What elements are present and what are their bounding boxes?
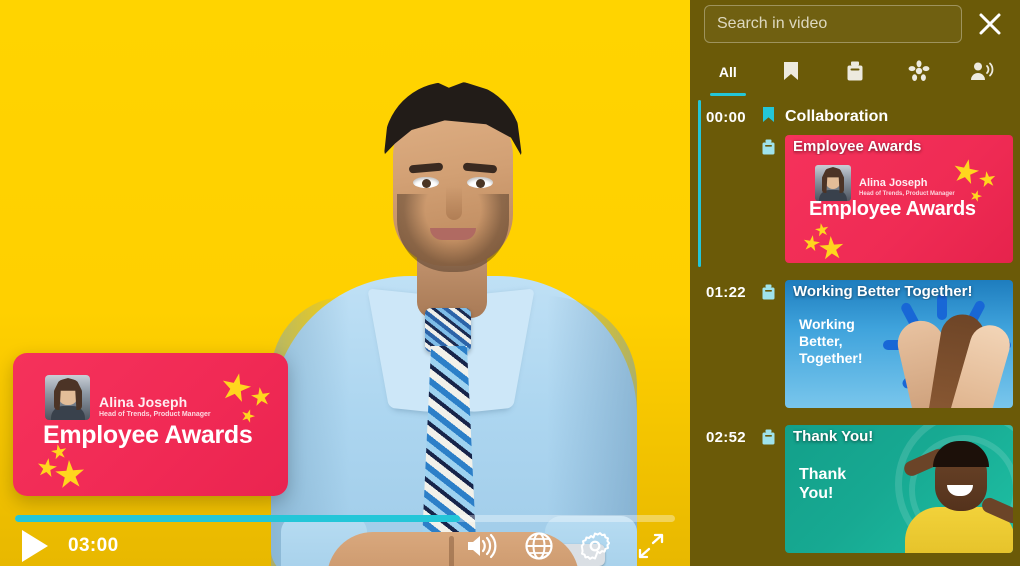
- close-icon[interactable]: [970, 4, 1010, 44]
- globe-icon[interactable]: [524, 531, 554, 561]
- lower-third-card: Alina Joseph Head of Trends, Product Man…: [13, 353, 288, 496]
- star-icon: [36, 457, 59, 480]
- tab-speakers[interactable]: [950, 52, 1014, 96]
- slide-headline: Working Better, Together!: [799, 316, 863, 367]
- star-icon: [951, 157, 982, 188]
- slide-icon: [761, 135, 776, 161]
- video-index-sidebar: All: [690, 0, 1020, 566]
- star-icon: [814, 222, 830, 238]
- presenter-name: Alina Joseph: [99, 394, 188, 410]
- tab-all-label: All: [718, 64, 737, 80]
- slide-icon: [845, 60, 865, 88]
- fullscreen-icon[interactable]: [636, 531, 666, 561]
- progress-fill: [15, 515, 460, 522]
- chapter-item[interactable]: 02:52 Thank You! Thank You!: [690, 416, 1020, 561]
- bookmark-icon: [761, 106, 776, 128]
- chapter-item[interactable]: 01:22 Working Better Together! Working B…: [690, 271, 1020, 416]
- star-icon: [54, 459, 86, 491]
- mouth: [430, 228, 476, 240]
- slide-title: Employee Awards: [809, 198, 976, 220]
- tab-all[interactable]: All: [696, 52, 760, 96]
- star-icon: [218, 370, 254, 406]
- chapter-title: Collaboration: [785, 108, 889, 125]
- tab-bookmarks[interactable]: [760, 52, 824, 96]
- segment-item[interactable]: Employee Awards Alina Joseph Head of Tre…: [706, 135, 1013, 263]
- segment-time: [706, 135, 752, 139]
- star-icon: [250, 386, 273, 409]
- player-controls: 03:00: [0, 526, 690, 566]
- lower-third-title: Employee Awards: [43, 421, 253, 449]
- star-icon: [802, 234, 821, 253]
- sidebar-header: [690, 0, 1020, 48]
- segment-time: 02:52: [706, 429, 746, 446]
- segment-title: Working Better Together!: [793, 283, 973, 300]
- tie-knot: [425, 308, 471, 352]
- chapter-item[interactable]: 00:00 Collaboration Employee Awards Alin…: [690, 96, 1020, 271]
- play-button[interactable]: [22, 530, 48, 562]
- segment-thumbnail[interactable]: Employee Awards Alina Joseph Head of Tre…: [785, 135, 1013, 263]
- slide-icon: [761, 280, 776, 306]
- time-display: 03:00: [68, 535, 119, 556]
- pupil-left: [422, 179, 431, 188]
- progress-bar[interactable]: [15, 515, 675, 522]
- segment-title: Thank You!: [793, 428, 874, 445]
- presenter-figure: [253, 46, 653, 566]
- slide-avatar: [815, 165, 851, 201]
- player-controls-right: [464, 531, 690, 561]
- scene-icon: [908, 60, 930, 88]
- sidebar-tabs: All: [690, 48, 1020, 96]
- chapter-time: 00:00: [706, 108, 746, 126]
- chapter-header[interactable]: 00:00 Collaboration: [706, 102, 1010, 132]
- tab-scenes[interactable]: [887, 52, 951, 96]
- presenter-role: Head of Trends, Product Manager: [99, 411, 211, 418]
- search-input[interactable]: [717, 15, 949, 33]
- slide-headline: Thank You!: [799, 466, 847, 503]
- segment-thumbnail[interactable]: Working Better Together! Working Better,…: [785, 280, 1013, 408]
- segment-time: 01:22: [706, 284, 746, 301]
- star-icon: [978, 170, 997, 189]
- segment-item[interactable]: 02:52 Thank You! Thank You!: [706, 425, 1013, 553]
- segment-title: Employee Awards: [793, 138, 922, 155]
- slide-icon: [761, 425, 776, 451]
- volume-icon[interactable]: [464, 532, 498, 560]
- slide-presenter-role: Head of Trends, Product Manager: [859, 191, 955, 197]
- pupil-right: [476, 179, 485, 188]
- video-stage[interactable]: Alina Joseph Head of Trends, Product Man…: [0, 0, 690, 566]
- tab-slides[interactable]: [823, 52, 887, 96]
- search-box[interactable]: [704, 5, 962, 43]
- gear-icon[interactable]: [580, 531, 610, 561]
- segment-thumbnail[interactable]: Thank You! Thank You!: [785, 425, 1013, 553]
- avatar: [45, 375, 90, 420]
- speaker-person-icon: [970, 60, 994, 88]
- video-player-app: Alina Joseph Head of Trends, Product Man…: [0, 0, 1020, 566]
- star-icon: [818, 235, 845, 262]
- segment-item[interactable]: 01:22 Working Better Together! Working B…: [706, 280, 1013, 408]
- chapter-list: 00:00 Collaboration Employee Awards Alin…: [690, 96, 1020, 561]
- bookmark-icon: [781, 60, 801, 88]
- slide-presenter-name: Alina Joseph: [859, 177, 928, 189]
